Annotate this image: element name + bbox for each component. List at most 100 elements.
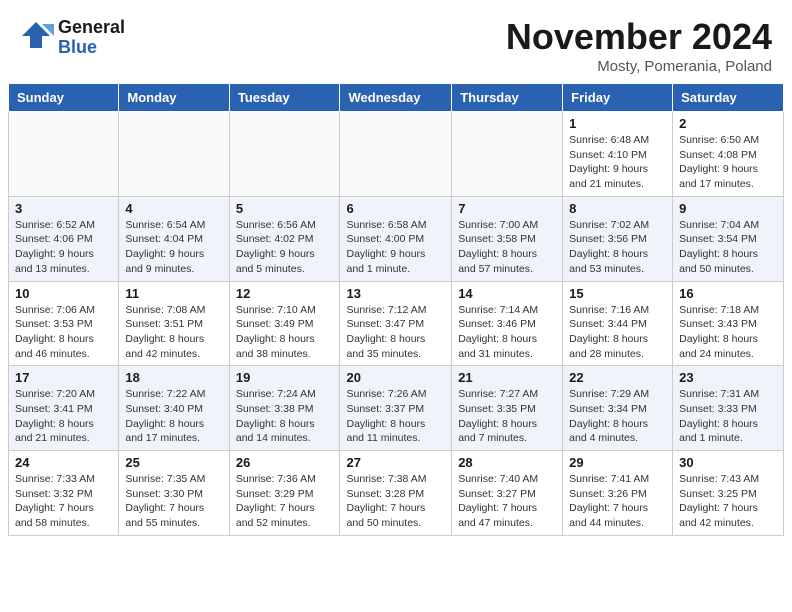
header-row: Sunday Monday Tuesday Wednesday Thursday…	[9, 84, 784, 112]
day-info: Sunrise: 6:58 AM Sunset: 4:00 PM Dayligh…	[346, 218, 445, 277]
day-info: Sunrise: 7:35 AM Sunset: 3:30 PM Dayligh…	[125, 472, 222, 531]
col-wednesday: Wednesday	[340, 84, 452, 112]
day-number: 3	[15, 201, 112, 216]
day-cell: 3 Sunrise: 6:52 AM Sunset: 4:06 PM Daylig…	[9, 196, 119, 281]
week-row-5: 24Sunrise: 7:33 AM Sunset: 3:32 PM Dayli…	[9, 451, 784, 536]
day-cell: 12 Sunrise: 7:10 AM Sunset: 3:49 PM Dayli…	[229, 281, 340, 366]
day-number: 21	[458, 370, 556, 385]
day-number: 11	[125, 286, 222, 301]
day-cell: 8Sunrise: 7:02 AM Sunset: 3:56 PM Daylig…	[563, 196, 673, 281]
day-number: 12	[236, 286, 334, 301]
day-cell	[452, 112, 563, 197]
day-info: Sunrise: 7:18 AM Sunset: 3:43 PM Dayligh…	[679, 303, 777, 362]
day-cell	[9, 112, 119, 197]
day-cell: 9 Sunrise: 7:04 AM Sunset: 3:54 PM Daylig…	[673, 196, 784, 281]
day-info: Sunrise: 7:02 AM Sunset: 3:56 PM Dayligh…	[569, 218, 666, 277]
day-info: Sunrise: 7:31 AM Sunset: 3:33 PM Dayligh…	[679, 387, 777, 446]
week-row-3: 10Sunrise: 7:06 AM Sunset: 3:53 PM Dayli…	[9, 281, 784, 366]
day-info: Sunrise: 7:10 AM Sunset: 3:49 PM Dayligh…	[236, 303, 334, 362]
day-cell	[340, 112, 452, 197]
day-number: 6	[346, 201, 445, 216]
day-info: Sunrise: 7:41 AM Sunset: 3:26 PM Dayligh…	[569, 472, 666, 531]
day-cell: 20 Sunrise: 7:26 AM Sunset: 3:37 PM Dayli…	[340, 366, 452, 451]
day-number: 22	[569, 370, 666, 385]
day-number: 15	[569, 286, 666, 301]
day-info: Sunrise: 7:14 AM Sunset: 3:46 PM Dayligh…	[458, 303, 556, 362]
day-cell	[229, 112, 340, 197]
day-number: 30	[679, 455, 777, 470]
day-info: Sunrise: 7:08 AM Sunset: 3:51 PM Dayligh…	[125, 303, 222, 362]
day-cell: 18Sunrise: 7:22 AM Sunset: 3:40 PM Dayli…	[119, 366, 229, 451]
day-info: Sunrise: 7:27 AM Sunset: 3:35 PM Dayligh…	[458, 387, 556, 446]
day-cell: 7Sunrise: 7:00 AM Sunset: 3:58 PM Daylig…	[452, 196, 563, 281]
day-number: 29	[569, 455, 666, 470]
day-info: Sunrise: 7:26 AM Sunset: 3:37 PM Dayligh…	[346, 387, 445, 446]
day-number: 10	[15, 286, 112, 301]
day-number: 28	[458, 455, 556, 470]
day-number: 4	[125, 201, 222, 216]
day-info: Sunrise: 7:29 AM Sunset: 3:34 PM Dayligh…	[569, 387, 666, 446]
day-cell: 27 Sunrise: 7:38 AM Sunset: 3:28 PM Dayli…	[340, 451, 452, 536]
day-cell: 14 Sunrise: 7:14 AM Sunset: 3:46 PM Dayli…	[452, 281, 563, 366]
day-number: 9	[679, 201, 777, 216]
day-number: 18	[125, 370, 222, 385]
calendar-body: 1 Sunrise: 6:48 AM Sunset: 4:10 PM Daylig…	[9, 112, 784, 536]
calendar-table: Sunday Monday Tuesday Wednesday Thursday…	[8, 83, 784, 536]
day-number: 16	[679, 286, 777, 301]
day-number: 20	[346, 370, 445, 385]
calendar-wrapper: Sunday Monday Tuesday Wednesday Thursday…	[0, 83, 792, 544]
day-cell: 17 Sunrise: 7:20 AM Sunset: 3:41 PM Dayli…	[9, 366, 119, 451]
day-cell: 28Sunrise: 7:40 AM Sunset: 3:27 PM Dayli…	[452, 451, 563, 536]
day-number: 1	[569, 116, 666, 131]
col-sunday: Sunday	[9, 84, 119, 112]
week-row-1: 1 Sunrise: 6:48 AM Sunset: 4:10 PM Daylig…	[9, 112, 784, 197]
day-info: Sunrise: 7:43 AM Sunset: 3:25 PM Dayligh…	[679, 472, 777, 531]
day-info: Sunrise: 7:33 AM Sunset: 3:32 PM Dayligh…	[15, 472, 112, 531]
logo-line1: General	[58, 18, 125, 38]
col-thursday: Thursday	[452, 84, 563, 112]
week-row-2: 3 Sunrise: 6:52 AM Sunset: 4:06 PM Daylig…	[9, 196, 784, 281]
day-info: Sunrise: 6:56 AM Sunset: 4:02 PM Dayligh…	[236, 218, 334, 277]
day-number: 13	[346, 286, 445, 301]
day-number: 27	[346, 455, 445, 470]
title-section: November 2024 Mosty, Pomerania, Poland	[506, 16, 772, 75]
day-cell: 29 Sunrise: 7:41 AM Sunset: 3:26 PM Dayli…	[563, 451, 673, 536]
day-number: 5	[236, 201, 334, 216]
col-monday: Monday	[119, 84, 229, 112]
col-saturday: Saturday	[673, 84, 784, 112]
day-cell: 6 Sunrise: 6:58 AM Sunset: 4:00 PM Daylig…	[340, 196, 452, 281]
day-info: Sunrise: 6:48 AM Sunset: 4:10 PM Dayligh…	[569, 133, 666, 192]
day-cell: 1 Sunrise: 6:48 AM Sunset: 4:10 PM Daylig…	[563, 112, 673, 197]
logo-line2: Blue	[58, 38, 125, 58]
col-tuesday: Tuesday	[229, 84, 340, 112]
day-info: Sunrise: 7:24 AM Sunset: 3:38 PM Dayligh…	[236, 387, 334, 446]
day-cell: 25Sunrise: 7:35 AM Sunset: 3:30 PM Dayli…	[119, 451, 229, 536]
day-cell: 10Sunrise: 7:06 AM Sunset: 3:53 PM Dayli…	[9, 281, 119, 366]
day-number: 14	[458, 286, 556, 301]
day-cell: 4 Sunrise: 6:54 AM Sunset: 4:04 PM Daylig…	[119, 196, 229, 281]
day-info: Sunrise: 7:04 AM Sunset: 3:54 PM Dayligh…	[679, 218, 777, 277]
day-cell: 19 Sunrise: 7:24 AM Sunset: 3:38 PM Dayli…	[229, 366, 340, 451]
page-header: General Blue November 2024 Mosty, Pomera…	[0, 0, 792, 83]
day-number: 19	[236, 370, 334, 385]
day-info: Sunrise: 6:54 AM Sunset: 4:04 PM Dayligh…	[125, 218, 222, 277]
day-info: Sunrise: 7:12 AM Sunset: 3:47 PM Dayligh…	[346, 303, 445, 362]
day-number: 17	[15, 370, 112, 385]
day-info: Sunrise: 7:16 AM Sunset: 3:44 PM Dayligh…	[569, 303, 666, 362]
logo: General Blue	[16, 16, 125, 59]
day-number: 2	[679, 116, 777, 131]
day-number: 23	[679, 370, 777, 385]
day-cell: 23 Sunrise: 7:31 AM Sunset: 3:33 PM Dayli…	[673, 366, 784, 451]
day-info: Sunrise: 7:20 AM Sunset: 3:41 PM Dayligh…	[15, 387, 112, 446]
day-info: Sunrise: 7:38 AM Sunset: 3:28 PM Dayligh…	[346, 472, 445, 531]
month-title: November 2024	[506, 16, 772, 58]
day-info: Sunrise: 6:50 AM Sunset: 4:08 PM Dayligh…	[679, 133, 777, 192]
day-cell: 24Sunrise: 7:33 AM Sunset: 3:32 PM Dayli…	[9, 451, 119, 536]
calendar-header: Sunday Monday Tuesday Wednesday Thursday…	[9, 84, 784, 112]
day-info: Sunrise: 7:36 AM Sunset: 3:29 PM Dayligh…	[236, 472, 334, 531]
day-info: Sunrise: 6:52 AM Sunset: 4:06 PM Dayligh…	[15, 218, 112, 277]
day-cell: 21 Sunrise: 7:27 AM Sunset: 3:35 PM Dayli…	[452, 366, 563, 451]
logo-icon	[16, 16, 54, 54]
day-cell: 11 Sunrise: 7:08 AM Sunset: 3:51 PM Dayli…	[119, 281, 229, 366]
week-row-4: 17 Sunrise: 7:20 AM Sunset: 3:41 PM Dayli…	[9, 366, 784, 451]
